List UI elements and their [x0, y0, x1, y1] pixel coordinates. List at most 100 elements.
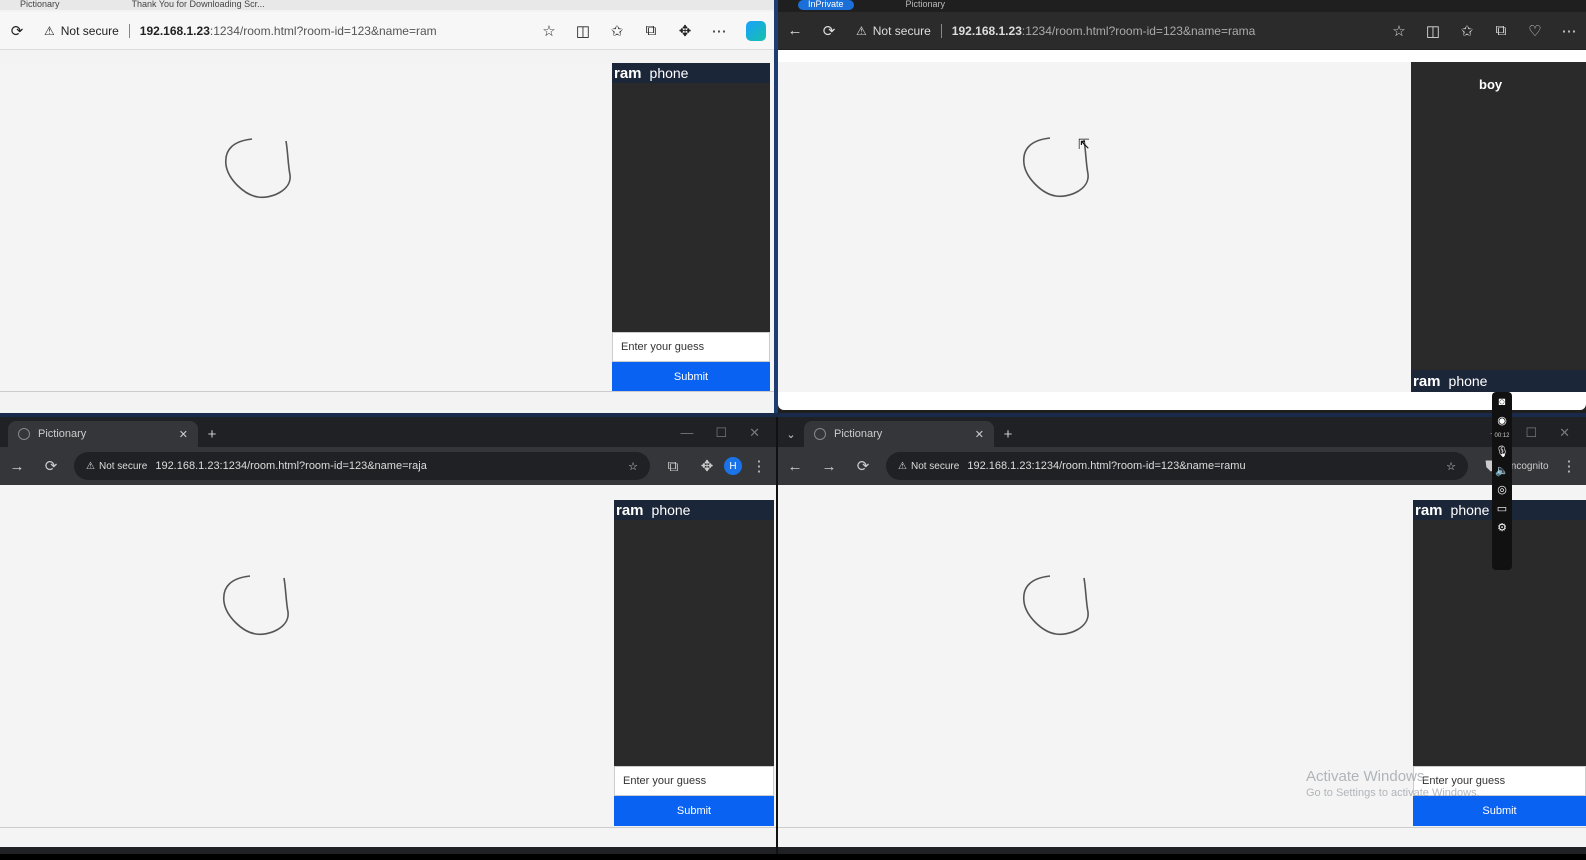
panel-header: ram phone [612, 63, 770, 83]
close-icon[interactable]: ✕ [179, 428, 188, 441]
current-word: phone [1448, 373, 1488, 389]
maximize-icon[interactable]: ☐ [1525, 425, 1537, 441]
security-indicator[interactable]: ⚠ Not secure [856, 24, 931, 38]
more-icon[interactable]: ⋯ [1556, 18, 1582, 44]
divider [778, 827, 1586, 828]
speaker-icon[interactable]: 🔈 [1495, 464, 1509, 477]
forward-icon[interactable]: → [816, 453, 842, 479]
tab-strip: Pictionary ✕ + — ☐ ✕ [0, 417, 776, 447]
collections-icon[interactable]: ⧉ [638, 18, 664, 44]
back-icon[interactable]: ← [782, 453, 808, 479]
divider [940, 23, 942, 38]
tab-pictionary[interactable]: Pictionary [906, 0, 946, 10]
settings-icon[interactable]: ⚙ [1497, 521, 1507, 534]
url-host: 192.168.1.23 [139, 23, 210, 38]
watermark-subtitle: Go to Settings to activate Windows. [1306, 787, 1480, 799]
url-text: 192.168.1.23:1234/room.html?room-id=123&… [967, 460, 1246, 472]
record-icon[interactable]: ◉ [1497, 414, 1507, 427]
submit-button[interactable]: Submit [614, 796, 774, 826]
collections-icon[interactable]: ⧉ [1488, 18, 1514, 44]
back-icon[interactable]: ← [782, 18, 808, 44]
submit-button[interactable]: Submit [1413, 796, 1586, 826]
security-indicator[interactable]: ⚠ Not secure [44, 24, 119, 38]
security-indicator[interactable]: ⚠ Not secure [86, 461, 147, 472]
refresh-icon[interactable]: ⟳ [4, 18, 30, 44]
extensions-icon[interactable]: ✥ [672, 18, 698, 44]
copilot-icon[interactable] [746, 20, 766, 41]
guess-input[interactable]: Enter your guess [614, 766, 774, 796]
player-name: ram [616, 501, 644, 519]
minimize-icon[interactable]: — [680, 425, 693, 441]
refresh-icon[interactable]: ⟳ [38, 453, 64, 479]
tab-pictionary[interactable]: Pictionary ✕ [804, 421, 994, 447]
current-word: phone [1450, 502, 1490, 518]
address-bar[interactable]: 192.168.1.23:1234/room.html?room-id=123&… [140, 24, 437, 38]
mic-icon[interactable]: 🎙 [1495, 445, 1509, 458]
more-icon[interactable]: ⋯ [706, 18, 732, 44]
favorites-icon[interactable]: ✩ [1454, 18, 1480, 44]
close-icon[interactable]: ✕ [1559, 425, 1570, 441]
security-label: Not secure [910, 460, 960, 472]
extensions-icon[interactable]: ⧉ [660, 453, 686, 479]
canvas-area[interactable]: ram phone Enter your guess Submit [0, 63, 776, 392]
panel-header: ram phone [614, 500, 774, 520]
watermark-title: Activate Windows [1306, 768, 1425, 785]
record-timer: 00:12 [1494, 433, 1510, 439]
address-bar[interactable]: ⚠ Not secure 192.168.1.23:1234/room.html?… [886, 452, 1468, 480]
window-controls: — ☐ ✕ [680, 425, 776, 441]
submit-button[interactable]: Submit [612, 362, 770, 392]
warning-icon: ⚠ [856, 23, 867, 38]
avatar[interactable]: H [724, 457, 742, 475]
webcam-icon[interactable]: ◎ [1497, 483, 1507, 496]
tab-pictionary[interactable]: Pictionary [20, 0, 60, 10]
window-top-right: InPrivate Pictionary ← ⟳ ⚠ Not secure 19… [778, 0, 1586, 413]
refresh-icon[interactable]: ⟳ [816, 18, 842, 44]
security-label: Not secure [60, 23, 119, 38]
chevron-down-icon[interactable]: ⌄ [778, 428, 804, 441]
more-icon[interactable]: ⋮ [746, 453, 772, 479]
address-bar[interactable]: 192.168.1.23:1234/room.html?room-id=123&… [952, 24, 1256, 38]
drawing-stroke [223, 575, 289, 636]
star-icon[interactable]: ☆ [1386, 18, 1412, 44]
address-bar[interactable]: ⚠ Not secure 192.168.1.23:1234/room.html?… [74, 452, 650, 480]
star-icon[interactable]: ☆ [536, 18, 562, 44]
divider [0, 827, 776, 828]
forward-icon[interactable]: → [4, 453, 30, 479]
tab-pictionary[interactable]: Pictionary ✕ [8, 421, 198, 447]
screen-icon[interactable]: ▭ [1497, 502, 1507, 515]
divider [0, 391, 776, 392]
incognito-label: Incognito [1508, 460, 1549, 472]
more-icon[interactable]: ⋮ [1556, 453, 1582, 479]
tab-download[interactable]: Thank You for Downloading Scr... [132, 0, 265, 10]
extensions-icon[interactable]: ♡ [1522, 18, 1548, 44]
star-icon[interactable]: ☆ [1446, 460, 1456, 473]
panel-header: ram phone [1411, 370, 1586, 392]
window-bottom-left: Pictionary ✕ + — ☐ ✕ → ⟳ ⚠ Not secure 192… [0, 417, 776, 854]
warning-icon: ⚠ [86, 460, 95, 472]
security-indicator[interactable]: ⚠ Not secure [898, 461, 959, 472]
canvas-area[interactable]: ⇱ boy ram phone [778, 62, 1586, 392]
puzzle-icon[interactable]: ✥ [694, 453, 720, 479]
canvas-area[interactable]: ram phone Enter your guess Submit [0, 485, 776, 847]
maximize-icon[interactable]: ☐ [715, 425, 727, 441]
toolbar: ← ⟳ ⚠ Not secure 192.168.1.23:1234/room.… [778, 12, 1586, 50]
recording-toolbar: ◙ ◉ 00:12 🎙 🔈 ◎ ▭ ⚙ [1492, 392, 1512, 570]
favorites-icon[interactable]: ✩ [604, 18, 630, 44]
current-word: phone [649, 65, 689, 81]
player-name: ram [614, 64, 642, 82]
refresh-icon[interactable]: ⟳ [850, 453, 876, 479]
page-frame: ⇱ boy ram phone [778, 50, 1586, 410]
split-icon[interactable]: ◫ [1420, 18, 1446, 44]
player-name: ram [1415, 501, 1443, 519]
close-icon[interactable]: ✕ [975, 428, 984, 441]
tab-title: Pictionary [38, 428, 87, 440]
star-icon[interactable]: ☆ [628, 460, 638, 473]
new-tab-icon[interactable]: + [994, 426, 1022, 443]
toolbar: ⟳ ⚠ Not secure 192.168.1.23:1234/room.ht… [0, 12, 776, 50]
camera-icon[interactable]: ◙ [1499, 396, 1506, 408]
drawing-stroke [225, 138, 291, 199]
split-icon[interactable]: ◫ [570, 18, 596, 44]
close-icon[interactable]: ✕ [749, 425, 760, 441]
new-tab-icon[interactable]: + [198, 426, 226, 443]
guess-input[interactable]: Enter your guess [612, 332, 770, 362]
